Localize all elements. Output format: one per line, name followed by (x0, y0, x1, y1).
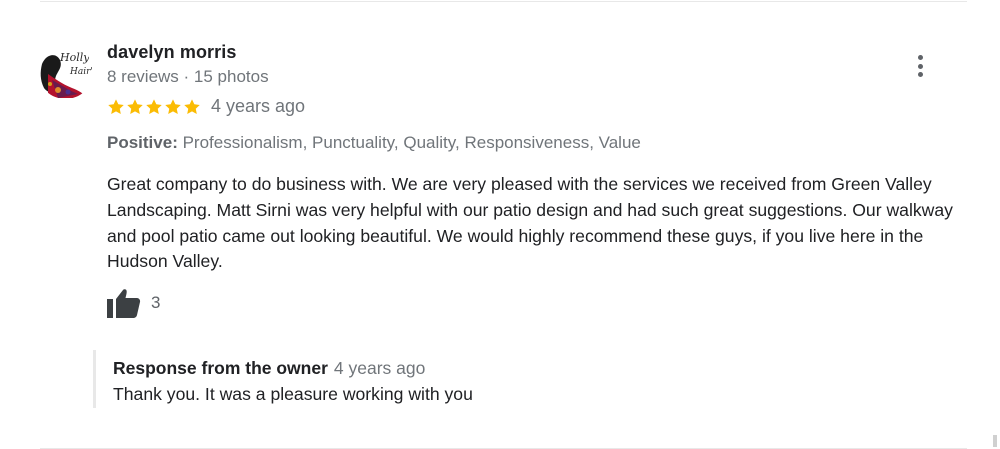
owner-response-heading: Response from the owner 4 years ago (113, 358, 793, 379)
thumbs-up-icon (107, 289, 141, 318)
like-count: 3 (151, 293, 161, 312)
owner-response-text: Thank you. It was a pleasure working wit… (113, 384, 473, 404)
svg-text:Holly: Holly (59, 51, 90, 64)
star-icon (108, 98, 124, 114)
more-options-button[interactable] (908, 52, 932, 80)
star-icon (184, 98, 200, 114)
profile-photo-icon: Holly Hair's (38, 44, 93, 99)
star-icon (165, 98, 181, 114)
star-rating (107, 98, 201, 116)
more-vert-icon (917, 55, 923, 60)
attributes-label: Positive: (107, 133, 178, 152)
star-icon (146, 98, 162, 114)
review-attributes: Positive: Professionalism, Punctuality, … (107, 133, 641, 153)
scrollbar-thumb[interactable] (993, 435, 997, 447)
owner-response-date: 4 years ago (333, 358, 426, 378)
review-date: 4 years ago (211, 96, 306, 116)
svg-text:Hair's: Hair's (69, 67, 93, 77)
owner-response: Response from the owner 4 years ago Than… (93, 350, 793, 408)
attributes-values: Professionalism, Punctuality, Quality, R… (182, 133, 641, 152)
owner-response-title: Response from the owner (113, 358, 328, 378)
top-divider (40, 1, 967, 2)
review-text: Great company to do business with. We ar… (107, 174, 953, 272)
author-meta[interactable]: 8 reviews · 15 photos (107, 67, 269, 87)
star-icon (127, 98, 143, 114)
rating-row: 4 years ago (107, 96, 305, 117)
author-avatar[interactable]: Holly Hair's (38, 44, 93, 99)
author-name[interactable]: davelyn morris (107, 42, 236, 63)
like-button[interactable]: 3 (107, 288, 160, 318)
